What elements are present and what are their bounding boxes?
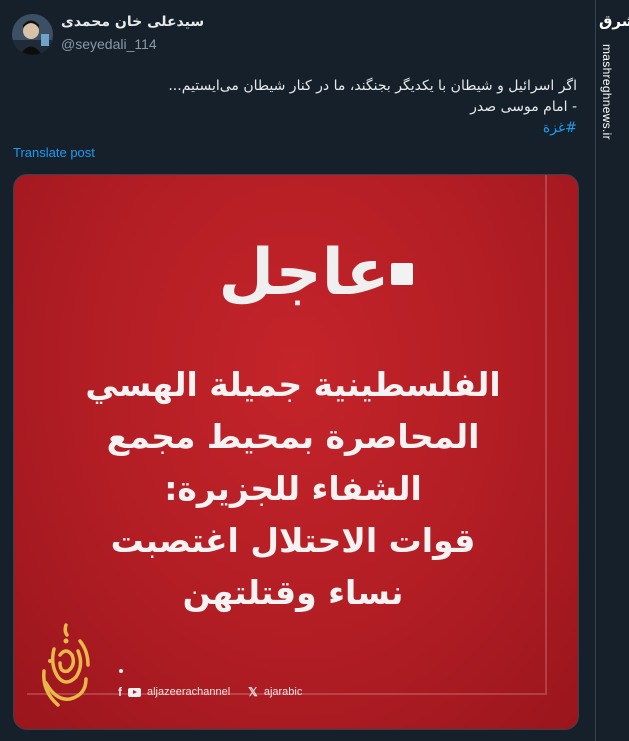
aljazeera-logo-icon <box>42 623 90 707</box>
urgent-bullet <box>391 263 413 285</box>
hashtag-link[interactable]: #غزة <box>37 118 577 139</box>
footer-dots <box>119 669 123 683</box>
tweet-line-1: اگر اسرائیل و شیطان با یکدیگر بجنگند، ما… <box>168 78 577 94</box>
youtube-icon <box>128 687 141 697</box>
x-icon: 𝕏 <box>248 685 258 699</box>
headline-line-5: نساء وقتلتهن <box>182 573 404 612</box>
translate-post-link[interactable]: Translate post <box>13 145 95 160</box>
watermark-url: mashreghnews.ir <box>600 44 614 140</box>
avatar[interactable] <box>12 14 53 55</box>
mashregh-logo: مشرق <box>599 12 629 30</box>
social-handle-ajarabic: ajarabic <box>263 686 303 698</box>
social-handles: f aljazeerachannel 𝕏 ajarabic <box>118 685 302 699</box>
headline-line-3: الشفاء للجزيرة: <box>164 469 422 508</box>
tweet-screenshot: سیدعلی خان محمدی @seyedali_114 اگر اسرائ… <box>0 0 629 741</box>
headline-line-2: المحاصرة بمحيط مجمع <box>106 417 480 456</box>
facebook-icon: f <box>118 685 122 699</box>
headline: الفلسطينية جميلة الهسي المحاصرة بمحيط مج… <box>58 359 528 619</box>
display-name[interactable]: سیدعلی خان محمدی <box>61 14 204 30</box>
tweet-line-2: - امام موسی صدر <box>470 99 577 115</box>
headline-line-4: قوات الاحتلال اغتصبت <box>110 521 476 560</box>
watermark-strip: مشرق mashreghnews.ir <box>595 0 629 741</box>
tweet-text: اگر اسرائیل و شیطان با یکدیگر بجنگند، ما… <box>37 76 577 139</box>
avatar-image <box>12 14 53 55</box>
social-handle-aljazeerachannel: aljazeerachannel <box>147 686 231 698</box>
media-image[interactable]: عاجل الفلسطينية جميلة الهسي المحاصرة بمح… <box>13 174 579 730</box>
handle[interactable]: @seyedali_114 <box>61 36 157 52</box>
headline-line-1: الفلسطينية جميلة الهسي <box>85 365 501 404</box>
